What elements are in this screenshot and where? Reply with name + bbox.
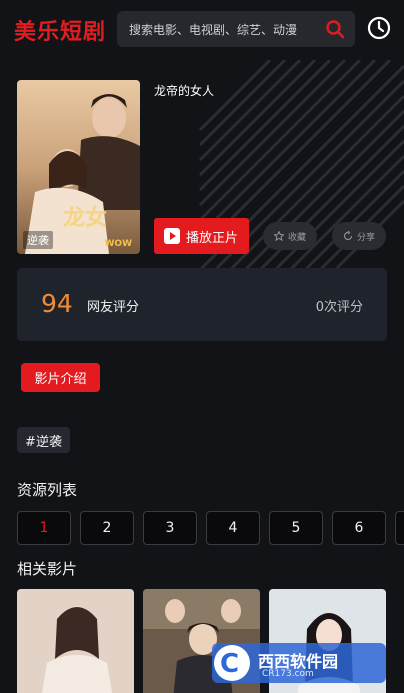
rating-score: 94 (41, 289, 73, 318)
related-poster[interactable] (17, 589, 134, 693)
play-label: 播放正片 (186, 230, 239, 246)
episode-button[interactable]: 2 (80, 511, 134, 545)
app-logo: 美乐短剧 (14, 20, 107, 45)
genre-tag[interactable]: #逆袭 (17, 427, 70, 453)
share-label: 分享 (356, 232, 375, 243)
watermark-subtext: CR173.com (262, 669, 314, 679)
play-button[interactable]: 播放正片 (154, 218, 249, 254)
rating-card: 94 网友评分 0次评分 (17, 268, 387, 341)
share-button[interactable]: 分享 (332, 222, 386, 250)
rating-count: 0次评分 (315, 300, 363, 315)
episode-list: 1 2 3 4 5 6 (17, 511, 404, 545)
movie-poster[interactable]: 龙女 逆袭 WOW (17, 80, 140, 254)
search-bar[interactable]: 搜索电影、电视剧、综艺、动漫 (117, 11, 355, 47)
favorite-button[interactable]: 收藏 (263, 222, 317, 250)
related-title: 相关影片 (17, 560, 78, 578)
episode-button[interactable]: 3 (143, 511, 197, 545)
episode-button[interactable]: 6 (332, 511, 386, 545)
poster-image: 龙女 (17, 80, 140, 254)
rating-label: 网友评分 (87, 300, 140, 315)
search-icon[interactable] (323, 17, 347, 41)
sources-title: 资源列表 (17, 481, 78, 499)
episode-button[interactable]: 1 (17, 511, 71, 545)
clock-icon[interactable] (366, 15, 392, 41)
episode-button[interactable] (395, 511, 404, 545)
episode-button[interactable]: 4 (206, 511, 260, 545)
svg-text:C: C (220, 649, 239, 679)
movie-title: 龙帝的女人 (154, 84, 215, 98)
related-poster-image (17, 589, 134, 693)
share-icon (344, 231, 352, 240)
play-icon (164, 228, 180, 244)
app-header: 美乐短剧 搜索电影、电视剧、综艺、动漫 (0, 0, 404, 60)
search-placeholder: 搜索电影、电视剧、综艺、动漫 (129, 23, 298, 37)
intro-button[interactable]: 影片介绍 (21, 363, 100, 392)
movie-hero: 龙女 逆袭 WOW 龙帝的女人 播放正片 收藏 分享 (0, 60, 404, 270)
episode-button[interactable]: 5 (269, 511, 323, 545)
svg-text:龙女: 龙女 (63, 205, 107, 231)
poster-watermark: WOW (104, 239, 132, 249)
star-icon (273, 231, 284, 241)
poster-tag: 逆袭 (23, 231, 53, 249)
favorite-label: 收藏 (287, 232, 306, 243)
